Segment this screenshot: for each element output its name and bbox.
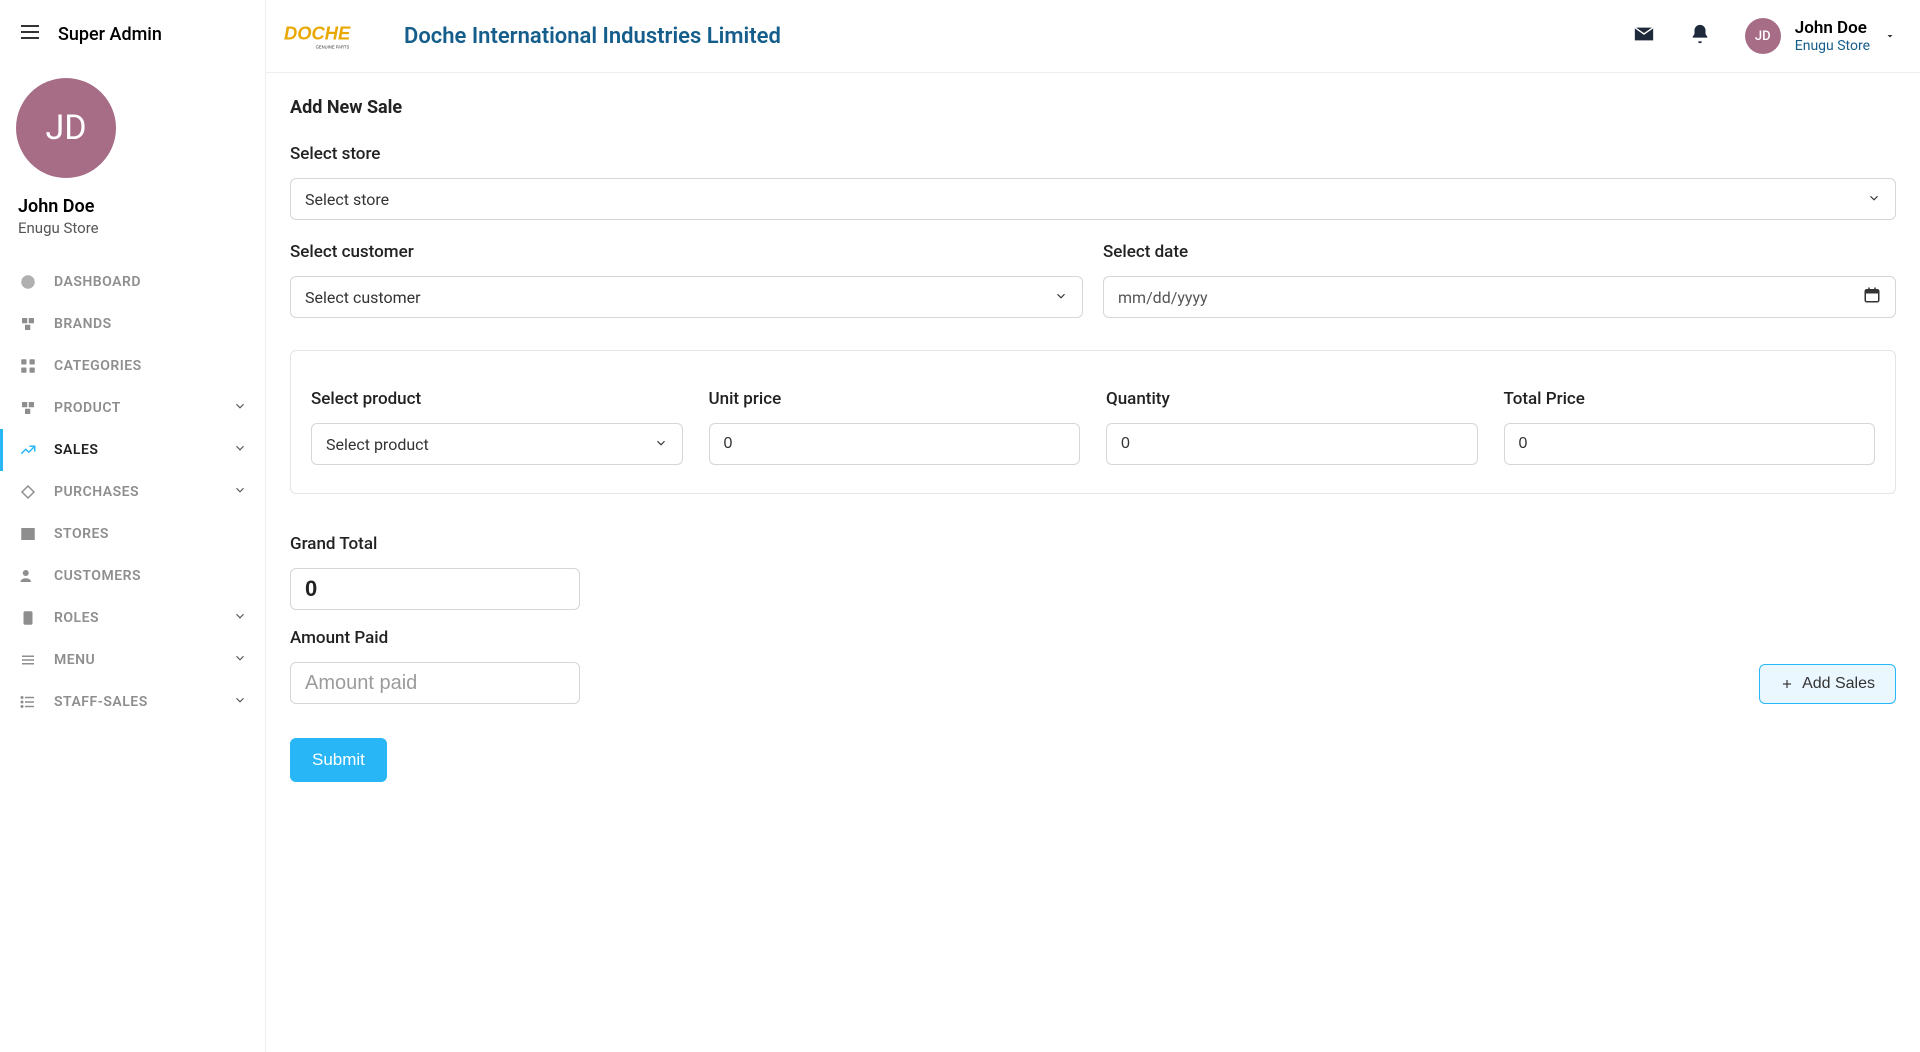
chevron-down-icon: [233, 609, 247, 627]
brands-icon: [18, 315, 38, 333]
label-quantity: Quantity: [1106, 389, 1478, 409]
topbar-user-name: John Doe: [1795, 18, 1870, 38]
product-icon: [18, 399, 38, 417]
label-grand-total: Grand Total: [290, 534, 580, 554]
sidebar-item-label: Categories: [54, 358, 142, 374]
add-sales-label: Add Sales: [1802, 675, 1875, 693]
sidebar-item-label: Customers: [54, 568, 141, 584]
sidebar-avatar: JD: [16, 78, 116, 178]
sidebar-title: Super Admin: [58, 24, 162, 45]
sidebar: Super Admin JD John Doe Enugu Store Dash…: [0, 0, 266, 1052]
categories-icon: [18, 357, 38, 375]
select-store-value: Select store: [305, 190, 389, 209]
customers-icon: [18, 567, 38, 585]
chevron-down-icon: [1054, 288, 1068, 307]
svg-text:DOCHE: DOCHE: [284, 22, 351, 43]
sidebar-item-dashboard[interactable]: Dashboard: [0, 261, 265, 303]
sidebar-item-categories[interactable]: Categories: [0, 345, 265, 387]
sidebar-item-label: Brands: [54, 316, 112, 332]
add-sales-button[interactable]: Add Sales: [1759, 664, 1896, 704]
chevron-down-icon: [1867, 190, 1881, 209]
label-unit-price: Unit price: [709, 389, 1081, 409]
sidebar-item-label: Menu: [54, 652, 95, 668]
nav: Dashboard Brands Categories Product Sale…: [0, 261, 265, 723]
label-amount-paid: Amount Paid: [290, 628, 580, 648]
sales-icon: [18, 441, 38, 459]
date-placeholder: mm/dd/yyyy: [1118, 288, 1208, 307]
user-menu[interactable]: JD John Doe Enugu Store: [1745, 18, 1896, 54]
sidebar-item-product[interactable]: Product: [0, 387, 265, 429]
sidebar-item-staff-sales[interactable]: Staff-Sales: [0, 681, 265, 723]
sidebar-item-label: Staff-Sales: [54, 694, 148, 710]
sidebar-user-name: John Doe: [0, 188, 265, 217]
total-price-input[interactable]: [1504, 423, 1876, 465]
select-product[interactable]: Select product: [311, 423, 683, 465]
sidebar-item-sales[interactable]: Sales: [0, 429, 265, 471]
grand-total-input[interactable]: [290, 568, 580, 610]
caret-down-icon: [1884, 27, 1896, 46]
sidebar-item-label: Product: [54, 400, 121, 416]
chevron-down-icon: [233, 399, 247, 417]
purchases-icon: [18, 483, 38, 501]
label-select-customer: Select customer: [290, 242, 1083, 262]
roles-icon: [18, 609, 38, 627]
company-name: Doche International Industries Limited: [404, 24, 781, 49]
chevron-down-icon: [233, 651, 247, 669]
line-items-panel: Select product Select product Unit price…: [290, 350, 1896, 494]
sidebar-item-stores[interactable]: Stores: [0, 513, 265, 555]
label-total-price: Total Price: [1504, 389, 1876, 409]
select-customer[interactable]: Select customer: [290, 276, 1083, 318]
sidebar-item-roles[interactable]: Roles: [0, 597, 265, 639]
label-select-date: Select date: [1103, 242, 1896, 262]
chevron-down-icon: [233, 483, 247, 501]
page-title: Add New Sale: [290, 97, 1896, 118]
label-select-store: Select store: [290, 144, 1896, 164]
sidebar-user-store: Enugu Store: [0, 217, 265, 261]
submit-button[interactable]: Submit: [290, 738, 387, 782]
topbar: DOCHE GENUINE PARTS Doche International …: [266, 0, 1920, 73]
select-customer-value: Select customer: [305, 288, 421, 307]
menu-icon: [18, 651, 38, 669]
sidebar-item-label: Purchases: [54, 484, 139, 500]
sidebar-item-label: Sales: [54, 442, 98, 458]
calendar-icon: [1863, 286, 1881, 308]
sidebar-item-menu[interactable]: Menu: [0, 639, 265, 681]
chevron-down-icon: [233, 441, 247, 459]
company-logo: DOCHE GENUINE PARTS: [284, 20, 384, 52]
dashboard-icon: [18, 273, 38, 291]
label-select-product: Select product: [311, 389, 683, 409]
unit-price-input[interactable]: [709, 423, 1081, 465]
user-avatar: JD: [1745, 18, 1781, 54]
sidebar-item-label: Dashboard: [54, 274, 141, 290]
sidebar-item-customers[interactable]: Customers: [0, 555, 265, 597]
date-input[interactable]: mm/dd/yyyy: [1103, 276, 1896, 318]
select-product-value: Select product: [326, 435, 429, 454]
svg-text:GENUINE PARTS: GENUINE PARTS: [316, 45, 350, 50]
sidebar-item-brands[interactable]: Brands: [0, 303, 265, 345]
hamburger-menu-icon[interactable]: [18, 20, 42, 48]
sidebar-item-label: Stores: [54, 526, 109, 542]
mail-icon[interactable]: [1633, 23, 1655, 49]
chevron-down-icon: [233, 693, 247, 711]
amount-paid-input[interactable]: [290, 662, 580, 704]
sidebar-item-label: Roles: [54, 610, 99, 626]
submit-label: Submit: [312, 750, 365, 770]
stores-icon: [18, 525, 38, 543]
topbar-user-store: Enugu Store: [1795, 38, 1870, 54]
sidebar-item-purchases[interactable]: Purchases: [0, 471, 265, 513]
chevron-down-icon: [654, 435, 668, 454]
bell-icon[interactable]: [1689, 23, 1711, 49]
select-store[interactable]: Select store: [290, 178, 1896, 220]
list-icon: [18, 693, 38, 711]
quantity-input[interactable]: [1106, 423, 1478, 465]
